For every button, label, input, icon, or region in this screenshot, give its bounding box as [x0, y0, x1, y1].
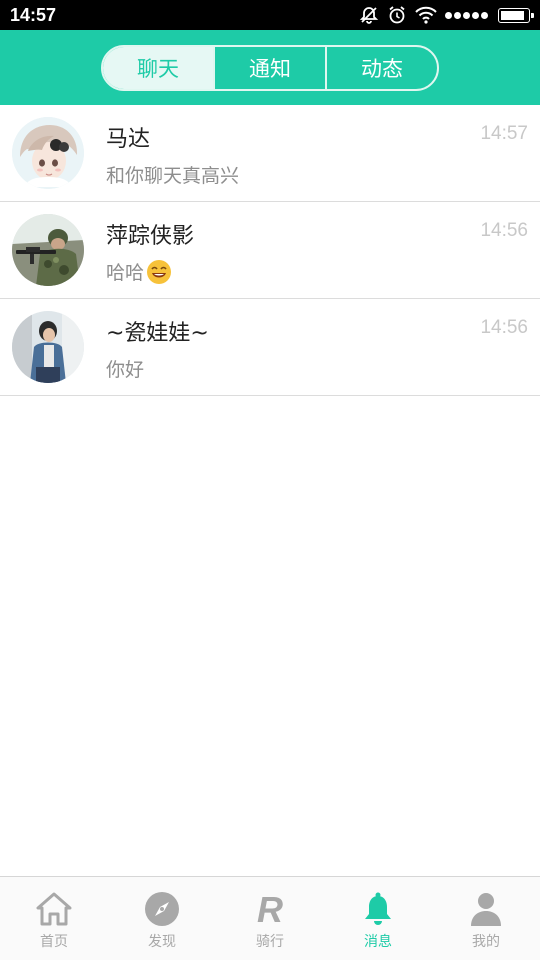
signal-strength-icon	[445, 11, 488, 19]
status-bar: 14:57	[0, 0, 540, 30]
tab-home[interactable]: 首页	[0, 877, 108, 960]
message-preview: 和你聊天真高兴	[106, 161, 239, 188]
person-photo-avatar[interactable]	[12, 311, 84, 383]
chat-item-ciwawa[interactable]: ~瓷娃娃~ 你好 14:56	[0, 299, 540, 396]
tab-chat[interactable]: 聊天	[103, 46, 213, 89]
tab-label: 骑行	[256, 934, 284, 950]
chat-item-pingzong[interactable]: 萍踪侠影 哈哈 14:56	[0, 202, 540, 299]
header-bar: 聊天 通知 动态	[0, 30, 540, 105]
contact-name: 马达	[106, 127, 151, 152]
girl-illustration-avatar[interactable]	[12, 117, 84, 189]
wifi-icon	[415, 6, 437, 24]
svg-text:R: R	[257, 891, 283, 927]
notifications-off-icon	[359, 5, 379, 25]
message-time: 14:57	[480, 123, 528, 144]
message-time: 14:56	[480, 317, 528, 338]
message-preview-text: 和你聊天真高兴	[106, 165, 240, 187]
tab-moments[interactable]: 动态	[325, 46, 437, 89]
message-preview: 哈哈	[106, 258, 172, 285]
chat-list: 马达 和你聊天真高兴 14:57 萍踪侠影 哈哈 14:56 ~瓷娃娃~ 你好 …	[0, 105, 540, 396]
battery-icon	[498, 7, 534, 23]
tab-label: 发现	[148, 934, 176, 950]
tab-notifications[interactable]: 通知	[213, 46, 325, 89]
alarm-icon	[387, 5, 407, 25]
status-time: 14:57	[10, 4, 57, 25]
tab-me[interactable]: 我的	[432, 877, 540, 960]
contact-name: ~瓷娃娃~	[106, 321, 209, 346]
tab-label: 消息	[364, 934, 392, 950]
contact-name: 萍踪侠影	[106, 224, 195, 249]
segmented-control: 聊天 通知 动态	[101, 44, 439, 91]
soldier-photo-avatar[interactable]	[12, 214, 84, 286]
tab-messages[interactable]: 消息	[324, 877, 432, 960]
status-icons	[359, 5, 534, 25]
user-icon	[468, 891, 504, 927]
home-icon	[36, 891, 72, 927]
bell-icon	[360, 891, 396, 927]
grinning-face-emoji-icon	[146, 259, 172, 285]
message-time: 14:56	[480, 220, 528, 241]
tab-label: 我的	[472, 934, 500, 950]
tab-discover[interactable]: 发现	[108, 877, 216, 960]
ride-r-icon: R	[252, 891, 288, 927]
tab-label: 首页	[40, 934, 68, 950]
tab-ride[interactable]: R 骑行	[216, 877, 324, 960]
message-preview: 你好	[106, 355, 144, 382]
chat-item-mada[interactable]: 马达 和你聊天真高兴 14:57	[0, 105, 540, 202]
message-preview-text: 哈哈	[106, 262, 145, 284]
compass-icon	[144, 891, 180, 927]
bottom-tab-bar: 首页 发现 R 骑行 消息 我的	[0, 876, 540, 960]
message-preview-text: 你好	[106, 359, 145, 381]
